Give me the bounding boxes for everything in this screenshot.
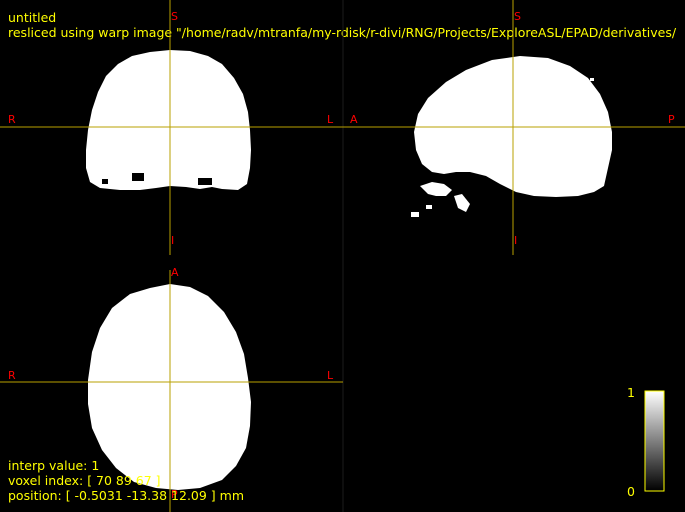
coronal-label-bottom: I <box>171 234 175 247</box>
voxel-index-readout: voxel index: [ 70 89 67 ] <box>8 473 161 488</box>
colorbar-min-label: 0 <box>627 484 635 499</box>
sagittal-label-bottom: I <box>514 234 518 247</box>
interp-value-readout: interp value: 1 <box>8 458 100 473</box>
coronal-view[interactable] <box>0 0 343 255</box>
sagittal-label-left: A <box>350 113 358 126</box>
sagittal-label-top: S <box>514 10 521 23</box>
colorbar <box>644 390 665 492</box>
sagittal-label-right: P <box>668 113 675 126</box>
coronal-label-right: L <box>327 113 334 126</box>
colorbar-max-label: 1 <box>627 385 635 400</box>
coronal-label-top: S <box>171 10 178 23</box>
position-readout: position: [ -0.5031 -13.38 12.09 ] mm <box>8 488 244 503</box>
sagittal-fragment <box>426 205 432 209</box>
axial-label-left: R <box>8 369 16 382</box>
sagittal-fragment <box>411 212 419 217</box>
coronal-gap <box>132 173 144 181</box>
coronal-label-left: R <box>8 113 16 126</box>
coronal-gap <box>198 178 212 185</box>
axial-label-right: L <box>327 369 334 382</box>
coronal-gap <box>102 179 108 184</box>
slice-viewer[interactable] <box>0 0 685 512</box>
sagittal-fragment <box>454 194 470 212</box>
sagittal-fragment <box>590 78 594 81</box>
sagittal-fragment <box>420 182 452 196</box>
coronal-brain-mask <box>86 50 251 190</box>
axial-label-top: A <box>171 266 179 279</box>
sagittal-view[interactable] <box>343 0 685 255</box>
